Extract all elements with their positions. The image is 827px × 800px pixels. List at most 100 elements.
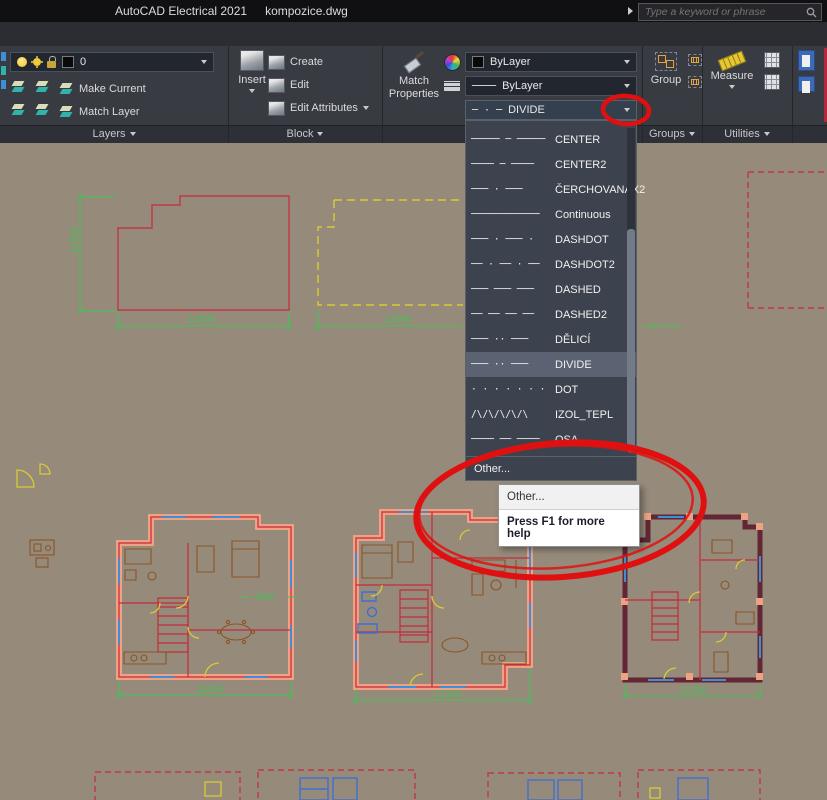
linetype-option[interactable]: ──── ─ ──── CENTER2: [466, 152, 636, 177]
tooltip: Other... Press F1 for more help: [498, 484, 640, 547]
layer-select[interactable]: 0: [10, 52, 214, 72]
groups-panel-label[interactable]: Groups: [642, 128, 702, 140]
linetype-option[interactable]: ─── ·· ─── DIVIDE: [466, 352, 636, 377]
layer-tool-icon[interactable]: [34, 80, 50, 94]
dropdown-scrollbar[interactable]: [627, 128, 635, 453]
linetype-pattern-preview: ── · ── · ──: [471, 259, 540, 270]
insert-label: Insert: [238, 74, 266, 86]
edit-attributes-icon: [268, 100, 285, 116]
match-properties-icon: [403, 50, 425, 72]
measure-button[interactable]: Measure: [706, 48, 758, 89]
autocad-window: 11500 12000 12000 12000 3500 12300 12300…: [0, 0, 827, 800]
linetype-pattern-preview: ─── · ─── ·: [471, 234, 534, 245]
ungroup-icon[interactable]: [688, 54, 702, 66]
side-tool-icon[interactable]: [1, 52, 6, 61]
utilities-panel-label[interactable]: Utilities: [702, 128, 792, 140]
create-block-button[interactable]: Create: [268, 53, 323, 71]
match-layer-button[interactable]: Match Layer: [58, 103, 140, 121]
color-wheel-icon[interactable]: [444, 54, 461, 71]
side-tool-icon[interactable]: [1, 66, 6, 75]
linetype-select[interactable]: ─ · ─ DIVIDE: [465, 100, 637, 120]
linetype-option[interactable]: /\/\/\/\/\ IZOL_TEPL: [466, 402, 636, 427]
linetype-pattern-preview: ─── ─── ───: [471, 284, 534, 295]
window-title: AutoCAD Electrical 2021 kompozice.dwg: [115, 4, 348, 18]
linetype-other-option[interactable]: Other...: [466, 456, 636, 480]
linetype-pattern-preview: ─── ·· ───: [471, 334, 529, 345]
document-title: kompozice.dwg: [265, 4, 348, 18]
linetype-pattern-preview: ── ── ── ──: [471, 309, 534, 320]
caret-down-icon[interactable]: [624, 84, 630, 88]
linetype-pattern-preview: ─── ·· ───: [471, 359, 529, 370]
edit-label: Edit: [290, 79, 309, 91]
group-icon: [655, 52, 677, 71]
make-current-button[interactable]: Make Current: [58, 80, 146, 98]
caret-down-icon: [317, 132, 324, 136]
caret-down-icon: [249, 89, 255, 93]
layer-thaw-icon[interactable]: [33, 58, 41, 66]
match-properties-label: Match Properties: [388, 75, 440, 100]
layer-name: 0: [80, 56, 87, 68]
lineweight-icon[interactable]: [444, 79, 460, 93]
lineweight-select[interactable]: ──── ByLayer: [465, 76, 637, 96]
app-chrome: AutoCAD Electrical 2021 kompozice.dwg Ty…: [0, 0, 827, 143]
layer-tool-icon[interactable]: [10, 80, 26, 94]
linetype-option[interactable]: ──────────── Continuous: [466, 202, 636, 227]
infocenter-arrow-icon[interactable]: [628, 7, 633, 15]
group-edit-icon[interactable]: [688, 76, 702, 88]
linetype-option[interactable]: ─── ─── ─── DASHED: [466, 277, 636, 302]
linetype-option[interactable]: ─── · ─── · DASHDOT: [466, 227, 636, 252]
layer-tool-icon[interactable]: [34, 103, 50, 117]
tooltip-hint: Press F1 for more help: [499, 509, 639, 546]
search-icon[interactable]: [806, 7, 817, 18]
match-properties-button[interactable]: Match Properties: [386, 50, 442, 101]
layers-panel-label[interactable]: Layers: [0, 128, 228, 140]
make-current-label: Make Current: [79, 83, 146, 95]
linetype-option[interactable]: ──── ── ──── OSA: [466, 427, 636, 452]
insert-block-icon: [240, 50, 264, 71]
id-point-icon[interactable]: [764, 74, 780, 90]
linetype-option-name: DASHED: [555, 283, 601, 296]
side-tool-icon[interactable]: [1, 80, 6, 89]
lineweight-value: ByLayer: [502, 80, 543, 92]
linetype-dropdown: ───── ─ ───── CENTER ──── ─ ──── CENTER2 ───…: [465, 120, 645, 481]
scrollbar-thumb[interactable]: [627, 229, 635, 453]
linetype-option-name: CENTER: [555, 133, 601, 146]
layer-tool-icon[interactable]: [10, 103, 26, 117]
linetype-option[interactable]: · · · · · · · DOT: [466, 377, 636, 402]
edit-block-button[interactable]: Edit: [268, 76, 309, 94]
linetype-option-name: IZOL_TEPL: [555, 408, 614, 421]
linetype-option[interactable]: ───── ─ ───── CENTER: [466, 127, 636, 152]
layer-color-swatch[interactable]: [62, 56, 74, 68]
linetype-option[interactable]: ── ── ── ── DASHED2: [466, 302, 636, 327]
linetype-preview: ─ · ─: [472, 104, 503, 116]
linetype-option[interactable]: ─── · ─── ČERCHOVANÁX2: [466, 177, 645, 202]
linetype-option[interactable]: ─── ·· ─── DĚLICÍ: [466, 327, 636, 352]
paste-icon[interactable]: [798, 50, 815, 71]
color-swatch: [472, 56, 484, 68]
quick-calc-icon[interactable]: [764, 52, 780, 68]
color-value: ByLayer: [490, 56, 531, 68]
edit-attributes-button[interactable]: Edit Attributes: [268, 99, 369, 117]
edit-block-icon: [268, 77, 285, 93]
lineweight-preview: ────: [472, 80, 497, 92]
create-block-icon: [268, 54, 285, 70]
block-panel-label[interactable]: Block: [228, 128, 382, 140]
linetype-pattern-preview: · · · · · · ·: [471, 384, 546, 395]
linetype-option[interactable]: ── · ── · ── DASHDOT2: [466, 252, 636, 277]
ribbon-tab-strip: [0, 22, 827, 64]
group-button[interactable]: Group: [644, 52, 688, 86]
caret-down-icon: [763, 132, 770, 136]
layer-on-icon[interactable]: [17, 57, 27, 67]
make-current-icon: [58, 82, 74, 96]
layer-lock-icon[interactable]: [47, 56, 56, 68]
caret-down-icon[interactable]: [624, 60, 630, 64]
color-select[interactable]: ByLayer: [465, 52, 637, 72]
search-input[interactable]: [643, 5, 802, 19]
measure-icon: [717, 50, 747, 72]
copy-clip-icon[interactable]: [798, 76, 815, 93]
caret-down-icon[interactable]: [624, 108, 630, 112]
caret-down-icon: [362, 106, 369, 110]
caret-down-icon[interactable]: [201, 60, 207, 64]
linetype-option-name: DĚLICÍ: [555, 333, 591, 346]
drawing-area[interactable]: [0, 143, 827, 800]
